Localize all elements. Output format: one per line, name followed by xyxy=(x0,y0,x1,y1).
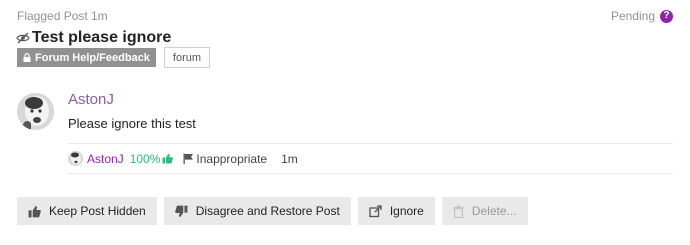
flag-age: 1m xyxy=(281,151,298,166)
trash-icon xyxy=(453,205,464,218)
thumbs-up-icon xyxy=(28,205,41,218)
thumbs-down-icon xyxy=(174,205,188,218)
flagger-score: 100% xyxy=(129,151,161,166)
ignore-label: Ignore xyxy=(389,204,424,218)
ignore-button[interactable]: Ignore xyxy=(357,197,435,225)
keep-post-hidden-label: Keep Post Hidden xyxy=(49,204,146,218)
external-link-icon xyxy=(369,204,382,218)
status-label: Pending xyxy=(610,9,655,23)
post-title-row: Test please ignore xyxy=(16,29,171,47)
post-author[interactable]: AstonJ xyxy=(68,91,114,108)
author-avatar[interactable] xyxy=(17,93,54,130)
review-header: Flagged Post 1m Pending ? xyxy=(17,9,673,25)
flagger-name[interactable]: AstonJ xyxy=(87,152,124,166)
flag-icon xyxy=(183,153,194,164)
review-actions: Keep Post Hidden Disagree and Restore Po… xyxy=(17,197,528,225)
flag-reason: Inappropriate xyxy=(196,151,268,166)
tag-forum[interactable]: forum xyxy=(163,47,211,68)
delete-button[interactable]: Delete... xyxy=(441,197,528,225)
reviewable-age: 1m xyxy=(91,9,108,23)
post-title[interactable]: Test please ignore xyxy=(32,29,171,47)
reviewable-type: Flagged Post xyxy=(17,9,88,23)
lock-icon xyxy=(23,53,31,62)
post-body: Please ignore this test xyxy=(68,116,196,131)
thumbs-up-icon xyxy=(162,153,174,164)
flag-score-row: AstonJ 100% Inappropriate 1m xyxy=(68,143,673,174)
delete-label: Delete... xyxy=(471,204,517,218)
category-name: Forum Help/Feedback xyxy=(35,51,150,64)
keep-post-hidden-button[interactable]: Keep Post Hidden xyxy=(17,197,157,225)
eye-slash-icon xyxy=(16,31,30,45)
help-icon[interactable]: ? xyxy=(660,9,673,23)
category-badge[interactable]: Forum Help/Feedback xyxy=(17,48,156,67)
status-indicator: Pending ? xyxy=(611,9,673,23)
disagree-restore-button[interactable]: Disagree and Restore Post xyxy=(163,197,351,225)
disagree-restore-label: Disagree and Restore Post xyxy=(195,204,340,218)
flagger-avatar[interactable] xyxy=(68,151,83,166)
post-tags: Forum Help/Feedback forum xyxy=(17,47,211,68)
